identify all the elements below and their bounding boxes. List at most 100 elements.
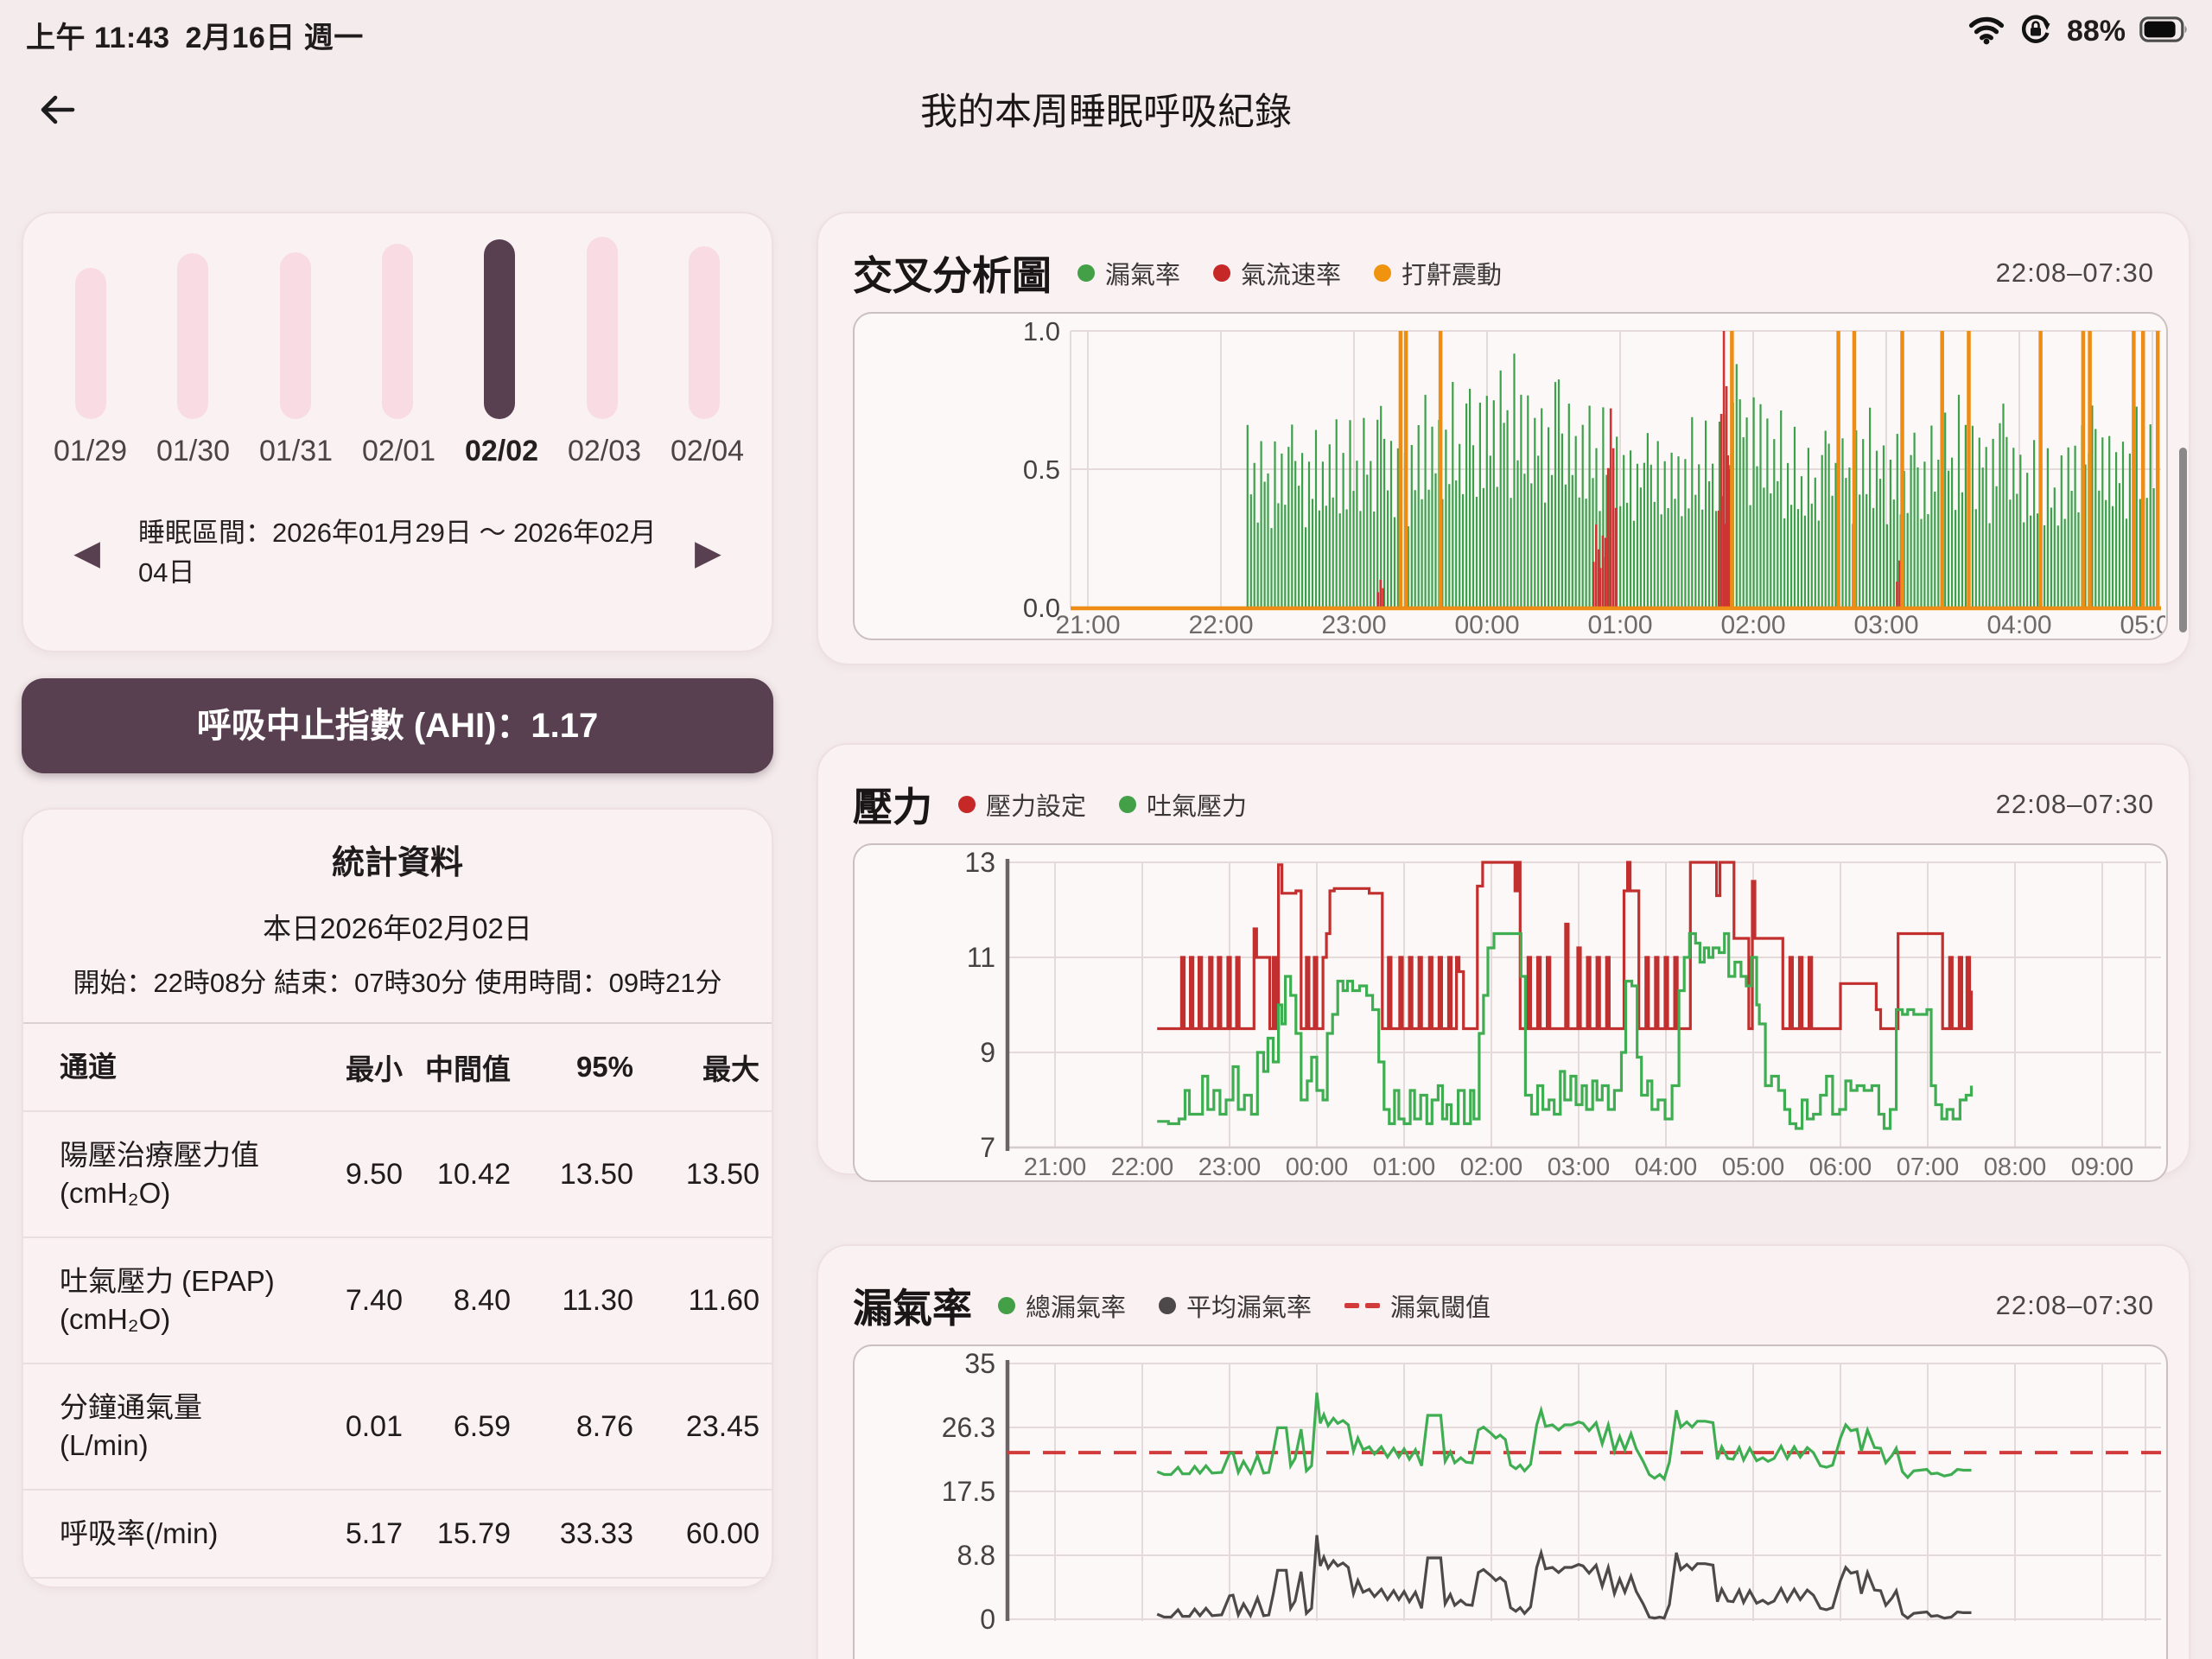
chart-title: 漏氣率 (853, 1277, 972, 1334)
stats-row: 呼吸容積(mL)0.57415.76528.681436.05 (23, 1577, 772, 1588)
chart-title: 壓力 (853, 776, 932, 833)
stats-card: 統計資料 本日2026年02月02日 開始：22時08分 結束：07時30分 使… (22, 808, 773, 1588)
x-tick-label: 04:00 (1986, 611, 2051, 638)
pressure-plot[interactable]: 21:0022:0023:0000:0001:0002:0003:0004:00… (853, 843, 2168, 1182)
flow-rate-dot-icon (1213, 264, 1230, 282)
cross-analysis-plot[interactable]: 21:0022:0023:0000:0001:0002:0003:0004:00… (853, 312, 2168, 640)
cross-analysis-card: 交叉分析圖 漏氣率 氣流速率 打鼾震動 22:08–07:30 21:0022:… (817, 212, 2190, 665)
x-tick-label: 02:00 (1720, 611, 1785, 638)
prev-week-button[interactable]: ◀ (73, 536, 100, 570)
stats-table-body: 陽壓治療壓力值 (cmH₂O)9.5010.4213.5013.50吐氣壓力 (… (23, 1110, 772, 1588)
column-header: 95% (511, 1051, 633, 1084)
week-day-labels: 01/2901/3001/3102/0102/0202/0302/04 (39, 435, 772, 468)
stat-value: 15.79 (403, 1517, 511, 1551)
epap-dot-icon (1119, 796, 1136, 813)
avg-leak-series (1157, 1535, 1971, 1618)
screen: 上午 11:432月16日 週一 88% (0, 0, 2212, 1659)
day-label: 02/03 (553, 435, 656, 468)
stats-table-header: 通道 最小 中間值 95% 最大 (23, 1024, 772, 1110)
usage-bar[interactable] (382, 244, 413, 419)
ahi-banner: 呼吸中止指數 (AHI)：1.17 (22, 678, 773, 773)
stats-date: 本日2026年02月02日 (23, 906, 772, 947)
chart-canvas: 21:0022:0023:0000:0001:0002:0003:0004:00… (855, 845, 2165, 1179)
stats-row: 吐氣壓力 (EPAP) (cmH₂O)7.408.4011.3011.60 (23, 1236, 772, 1363)
pressure-set-dot-icon (958, 796, 976, 813)
channel-name: 呼吸率(/min) (60, 1515, 290, 1553)
y-tick-label: 7 (980, 1132, 995, 1163)
orientation-lock-icon (2018, 12, 2053, 51)
y-tick-label: 1.0 (1023, 316, 1060, 346)
y-tick-label: 9 (980, 1037, 995, 1068)
y-tick-label: 0.5 (1023, 454, 1060, 485)
session-time-range: 22:08–07:30 (1996, 1290, 2154, 1321)
total-leak-series (1157, 1393, 1971, 1479)
stat-value: 8.40 (403, 1284, 511, 1318)
y-tick-label: 26.3 (942, 1412, 995, 1443)
usage-bar[interactable] (280, 252, 311, 419)
legend-label: 總漏氣率 (1026, 1287, 1126, 1324)
y-tick-label: 17.5 (942, 1476, 995, 1507)
x-tick-label: 23:00 (1198, 1154, 1262, 1179)
chart-title: 交叉分析圖 (853, 245, 1052, 302)
sleep-range-label: 睡眠區間：2026年01月29日 ～ 2026年02月04日 (138, 513, 657, 593)
stat-value: 0.01 (290, 1410, 403, 1444)
usage-bar[interactable] (75, 268, 106, 419)
x-tick-label: 00:00 (1454, 611, 1519, 638)
scrollbar[interactable] (2179, 448, 2187, 632)
usage-bar[interactable] (177, 253, 208, 419)
day-label: 01/31 (245, 435, 347, 468)
stats-row: 陽壓治療壓力值 (cmH₂O)9.5010.4213.5013.50 (23, 1110, 772, 1236)
stat-value: 5.17 (290, 1517, 403, 1551)
leak-threshold-dash-icon (1344, 1303, 1380, 1308)
x-tick-label: 03:00 (1853, 611, 1918, 638)
chart-canvas: 21:0022:0023:0000:0001:0002:0003:0004:00… (855, 314, 2165, 638)
usage-bar[interactable] (484, 239, 515, 419)
day-label: 01/29 (39, 435, 142, 468)
stats-times: 開始：22時08分 結束：07時30分 使用時間：09時21分 (23, 961, 772, 1000)
legend-label: 壓力設定 (986, 786, 1086, 823)
stat-value: 10.42 (403, 1158, 511, 1192)
x-tick-label: 05:00 (2120, 611, 2165, 638)
leak-comb-series (1248, 353, 2158, 608)
x-tick-label: 07:00 (1897, 1154, 1960, 1179)
legend-label: 漏氣閾值 (1390, 1287, 1491, 1324)
left-column: 01/2901/3001/3102/0102/0202/0302/04 ◀ 睡眠… (22, 212, 773, 1588)
usage-bar[interactable] (587, 237, 618, 419)
status-time: 上午 11:43 (26, 22, 170, 54)
page-title: 我的本周睡眠呼吸紀錄 (0, 79, 2212, 145)
x-tick-label: 22:00 (1188, 611, 1253, 638)
y-tick-label: 0.0 (1023, 593, 1060, 623)
next-week-button[interactable]: ▶ (695, 536, 721, 570)
snore-dot-icon (1374, 264, 1391, 282)
x-tick-label: 06:00 (1809, 1154, 1872, 1179)
day-label: 02/04 (656, 435, 759, 468)
legend: 壓力設定 吐氣壓力 (958, 786, 1247, 823)
week-usage-bars (75, 236, 720, 419)
session-time-range: 22:08–07:30 (1996, 789, 2154, 820)
pressure-card: 壓力 壓力設定 吐氣壓力 22:08–07:30 21:0022:0023:00… (817, 743, 2190, 1175)
column-header: 通道 (60, 1048, 290, 1086)
week-selector-card: 01/2901/3001/3102/0102/0202/0302/04 ◀ 睡眠… (22, 212, 773, 652)
stats-row: 呼吸率(/min)5.1715.7933.3360.00 (23, 1489, 772, 1577)
x-tick-label: 22:00 (1111, 1154, 1174, 1179)
leak-rate-plot[interactable]: 3526.317.58.80 (853, 1344, 2168, 1659)
stat-value: 13.50 (633, 1158, 760, 1192)
wifi-icon (1968, 14, 2005, 49)
session-time-range: 22:08–07:30 (1996, 257, 2154, 289)
stats-row: 分鐘通氣量(L/min)0.016.598.7623.45 (23, 1363, 772, 1489)
channel-name: 分鐘通氣量(L/min) (60, 1389, 290, 1465)
battery-icon (2139, 16, 2190, 47)
x-tick-label: 01:00 (1373, 1154, 1436, 1179)
y-tick-label: 35 (964, 1348, 995, 1379)
x-tick-label: 09:00 (2071, 1154, 2134, 1179)
usage-bar[interactable] (689, 246, 720, 419)
stats-title: 統計資料 (23, 836, 772, 883)
app-header: 我的本周睡眠呼吸紀錄 (0, 79, 2212, 149)
channel-name: 陽壓治療壓力值 (cmH₂O) (60, 1136, 290, 1212)
stat-value: 11.60 (633, 1284, 760, 1318)
day-label: 02/02 (450, 435, 553, 468)
x-tick-label: 00:00 (1286, 1154, 1349, 1179)
legend: 漏氣率 氣流速率 打鼾震動 (1077, 255, 1502, 291)
day-label: 01/30 (142, 435, 245, 468)
x-tick-label: 08:00 (1984, 1154, 2047, 1179)
